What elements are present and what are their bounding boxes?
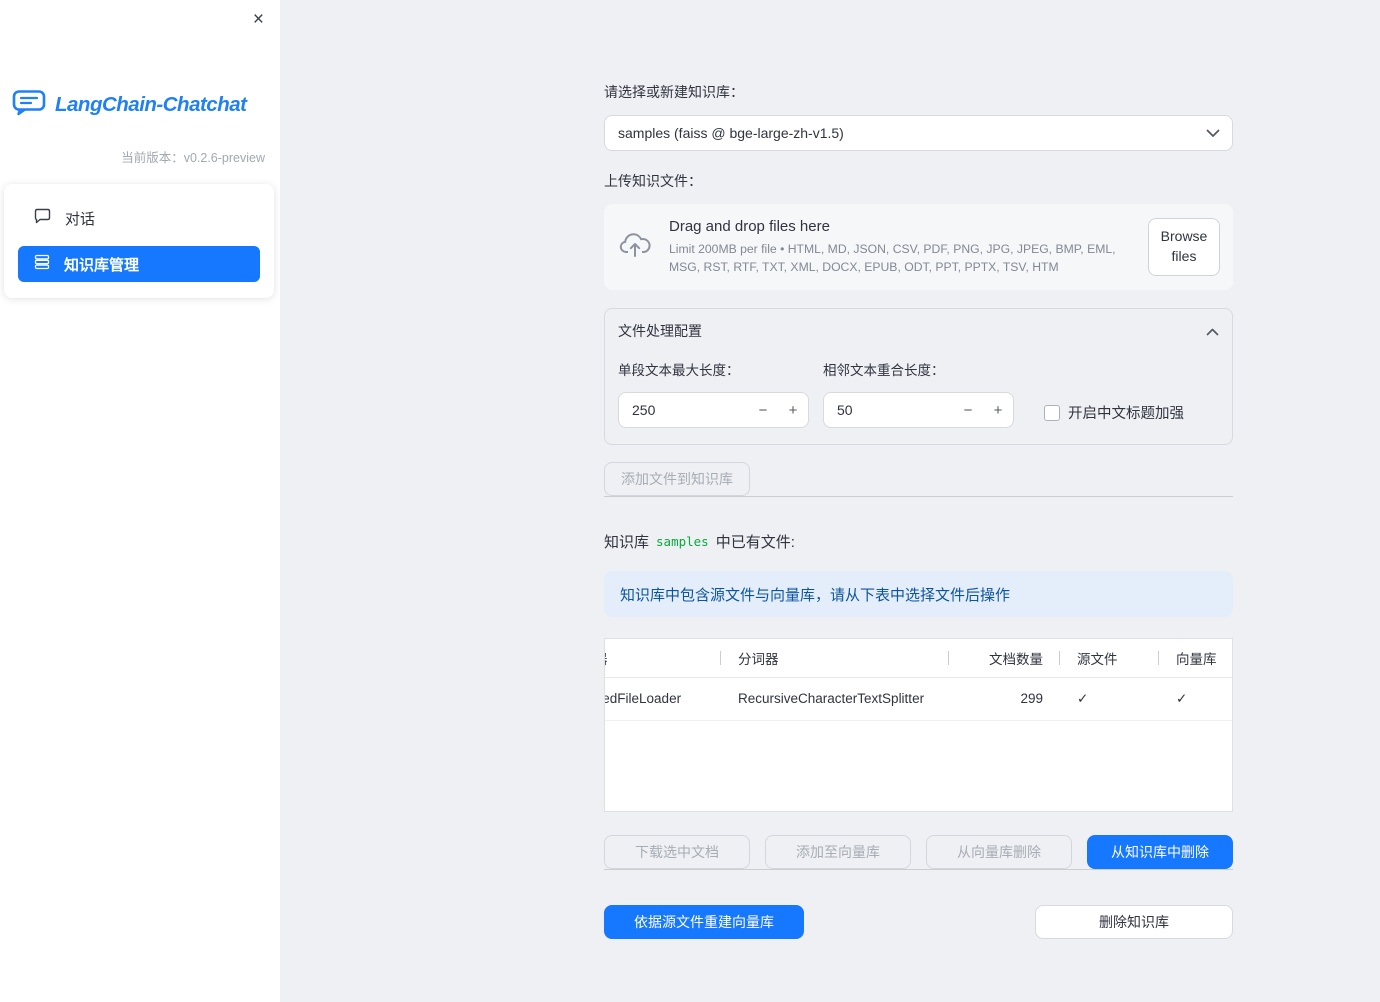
- knowledge-base-icon: [34, 254, 50, 274]
- kb-files-heading: 知识库 samples 中已有文件:: [604, 534, 795, 551]
- sidebar-item-knowledge-base[interactable]: 知识库管理: [18, 246, 260, 282]
- version-text: 当前版本：v0.2.6-preview: [121, 151, 265, 165]
- file-config-expander-header[interactable]: 文件处理配置: [618, 321, 1219, 341]
- expander-title: 文件处理配置: [618, 323, 702, 339]
- cell-splitter[interactable]: RecursiveCharacterTextSplitter: [720, 677, 948, 721]
- upload-label: 上传知识文件：: [604, 173, 702, 189]
- add-files-to-kb-button[interactable]: 添加文件到知识库: [604, 462, 750, 496]
- sidebar-close-icon[interactable]: ×: [251, 8, 266, 31]
- browse-files-button[interactable]: Browse files: [1148, 218, 1220, 276]
- kb-select-label: 请选择或新建知识库：: [604, 84, 744, 100]
- max-length-decrement-button[interactable]: −: [748, 393, 778, 427]
- file-config-expander: 文件处理配置 单段文本最大长度： 250 − + 相邻文本重合长度： 50 − …: [604, 308, 1233, 445]
- divider: [604, 869, 1233, 870]
- overlap-length-value[interactable]: 50: [837, 402, 953, 418]
- kb-select[interactable]: samples (faiss @ bge-large-zh-v1.5): [604, 115, 1233, 151]
- file-actions: 下载选中文档 添加至向量库 从向量库删除 从知识库中删除: [604, 835, 1233, 869]
- sidebar-item-label: 对话: [65, 210, 96, 228]
- add-to-vector-store-button[interactable]: 添加至向量库: [765, 835, 911, 869]
- chat-bubble-icon: [34, 208, 51, 228]
- overlap-length-label: 相邻文本重合长度：: [823, 363, 945, 378]
- column-header-splitter[interactable]: 分词器: [720, 639, 948, 678]
- chinese-title-checkbox-label[interactable]: 开启中文标题加强: [1068, 402, 1184, 423]
- rebuild-vector-store-button[interactable]: 依据源文件重建向量库: [604, 905, 804, 939]
- kb-actions: 依据源文件重建向量库 删除知识库: [604, 905, 1233, 939]
- delete-from-vector-store-button[interactable]: 从向量库删除: [926, 835, 1072, 869]
- main-content: 请选择或新建知识库： samples (faiss @ bge-large-zh…: [604, 0, 1233, 939]
- delete-kb-button[interactable]: 删除知识库: [1035, 905, 1233, 939]
- cell-loader[interactable]: UnstructuredFileLoader: [605, 677, 720, 721]
- download-selected-button[interactable]: 下载选中文档: [604, 835, 750, 869]
- chevron-down-icon: [1206, 125, 1220, 141]
- cell-vector-store-check[interactable]: ✓: [1158, 677, 1232, 721]
- cloud-upload-icon: [619, 232, 653, 263]
- logo-chat-icon: [12, 88, 46, 121]
- info-banner: 知识库中包含源文件与向量库，请从下表中选择文件后操作: [604, 571, 1233, 617]
- delete-from-kb-button[interactable]: 从知识库中删除: [1087, 835, 1233, 869]
- dropzone-instruction: Drag and drop files here: [669, 217, 830, 235]
- dropzone-limits: Limit 200MB per file • HTML, MD, JSON, C…: [669, 241, 1116, 274]
- column-header-vector-store[interactable]: 向量库: [1158, 639, 1232, 678]
- sidebar-menu: 对话 知识库管理: [4, 184, 274, 298]
- sidebar-item-dialogue[interactable]: 对话: [18, 200, 260, 236]
- sidebar-item-label: 知识库管理: [64, 256, 140, 274]
- table-row[interactable]: UnstructuredFileLoader RecursiveCharacte…: [605, 677, 1232, 721]
- max-length-value[interactable]: 250: [632, 402, 748, 418]
- logo-wordmark: LangChain-Chatchat: [55, 92, 247, 116]
- chevron-up-icon: [1206, 323, 1219, 339]
- overlap-increment-button[interactable]: +: [983, 393, 1013, 427]
- app-logo: LangChain-Chatchat: [0, 88, 280, 121]
- max-length-input[interactable]: 250 − +: [618, 392, 809, 428]
- table-header-row: 文档加载器 分词器 文档数量 源文件 向量库: [605, 639, 1232, 678]
- column-header-doc-count[interactable]: 文档数量: [948, 639, 1059, 678]
- kb-name-code: samples: [656, 534, 709, 549]
- column-header-source-file[interactable]: 源文件: [1059, 639, 1158, 678]
- cell-source-file-check[interactable]: ✓: [1059, 677, 1158, 721]
- max-length-label: 单段文本最大长度：: [618, 363, 740, 378]
- cell-doc-count[interactable]: 299: [948, 677, 1059, 721]
- chinese-title-checkbox[interactable]: [1044, 404, 1060, 421]
- kb-select-value: samples (faiss @ bge-large-zh-v1.5): [618, 125, 844, 141]
- sidebar: × LangChain-Chatchat 当前版本：v0.2.6-preview…: [0, 0, 280, 1002]
- divider: [604, 496, 1233, 497]
- column-header-loader[interactable]: 文档加载器: [605, 639, 720, 678]
- kb-files-table[interactable]: 文档加载器 分词器 文档数量 源文件 向量库 UnstructuredFileL…: [604, 638, 1233, 812]
- overlap-length-input[interactable]: 50 − +: [823, 392, 1014, 428]
- overlap-decrement-button[interactable]: −: [953, 393, 983, 427]
- max-length-increment-button[interactable]: +: [778, 393, 808, 427]
- file-dropzone[interactable]: Drag and drop files here Limit 200MB per…: [604, 204, 1233, 290]
